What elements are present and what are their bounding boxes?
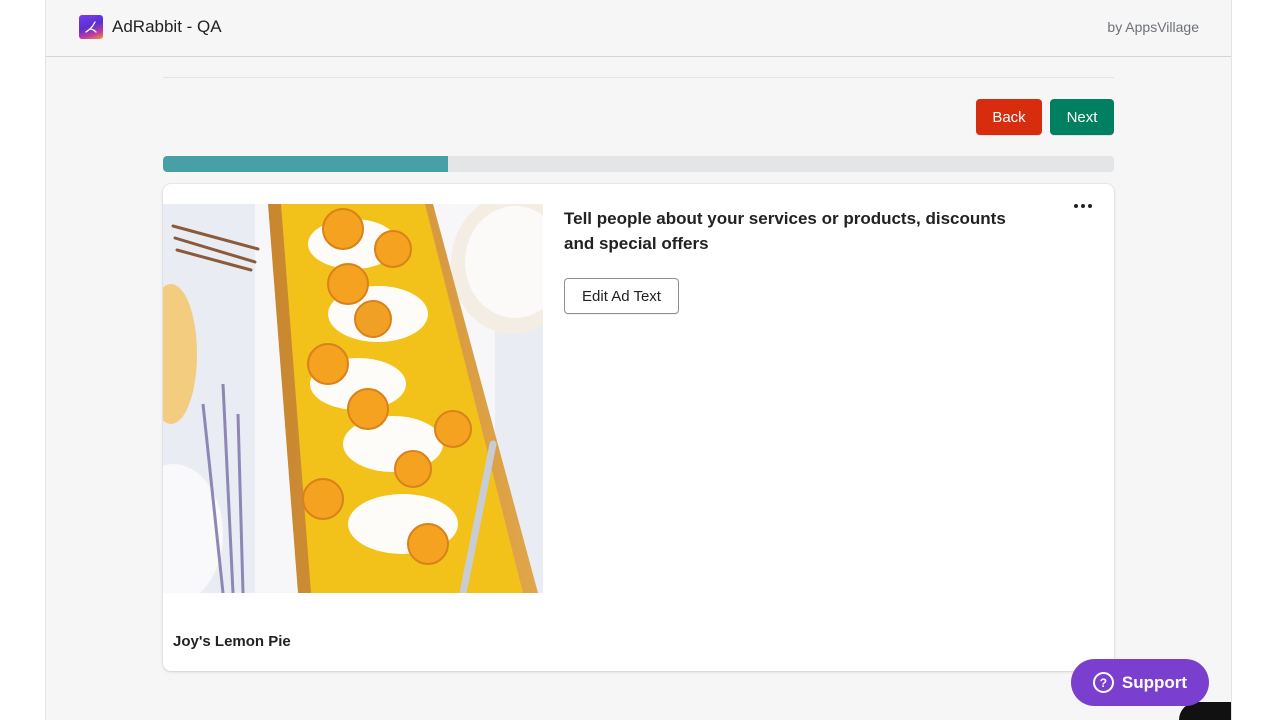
edit-ad-text-button[interactable]: Edit Ad Text xyxy=(564,278,679,314)
support-label: Support xyxy=(1121,672,1188,692)
more-dot xyxy=(1074,204,1078,208)
progress-fill xyxy=(163,156,449,172)
ad-headline: Tell people about your services or produ… xyxy=(564,209,1006,253)
more-dot xyxy=(1088,204,1092,208)
more-dot xyxy=(1081,204,1085,208)
back-button[interactable]: Back xyxy=(976,99,1042,135)
rabbit-logo-icon xyxy=(79,15,103,39)
progress-bar xyxy=(163,156,1114,172)
next-button[interactable]: Next xyxy=(1050,99,1114,135)
app-title: AdRabbit - QA xyxy=(112,17,222,36)
vendor-label: by AppsVillage xyxy=(1107,19,1199,35)
divider xyxy=(163,77,1114,78)
ad-preview-card: Tell people about your services or produ… xyxy=(163,184,1114,671)
more-horizontal-icon[interactable] xyxy=(1069,198,1097,214)
lemon-pie-photo xyxy=(163,204,543,593)
top-bar: AdRabbit - QA by AppsVillage xyxy=(46,0,1231,57)
ad-caption: Joy's Lemon Pie xyxy=(173,633,291,650)
app-window: AdRabbit - QA by AppsVillage Back Next T… xyxy=(45,0,1232,720)
support-button[interactable]: ? Support xyxy=(1071,659,1209,706)
question-circle-icon: ? xyxy=(1092,672,1114,693)
